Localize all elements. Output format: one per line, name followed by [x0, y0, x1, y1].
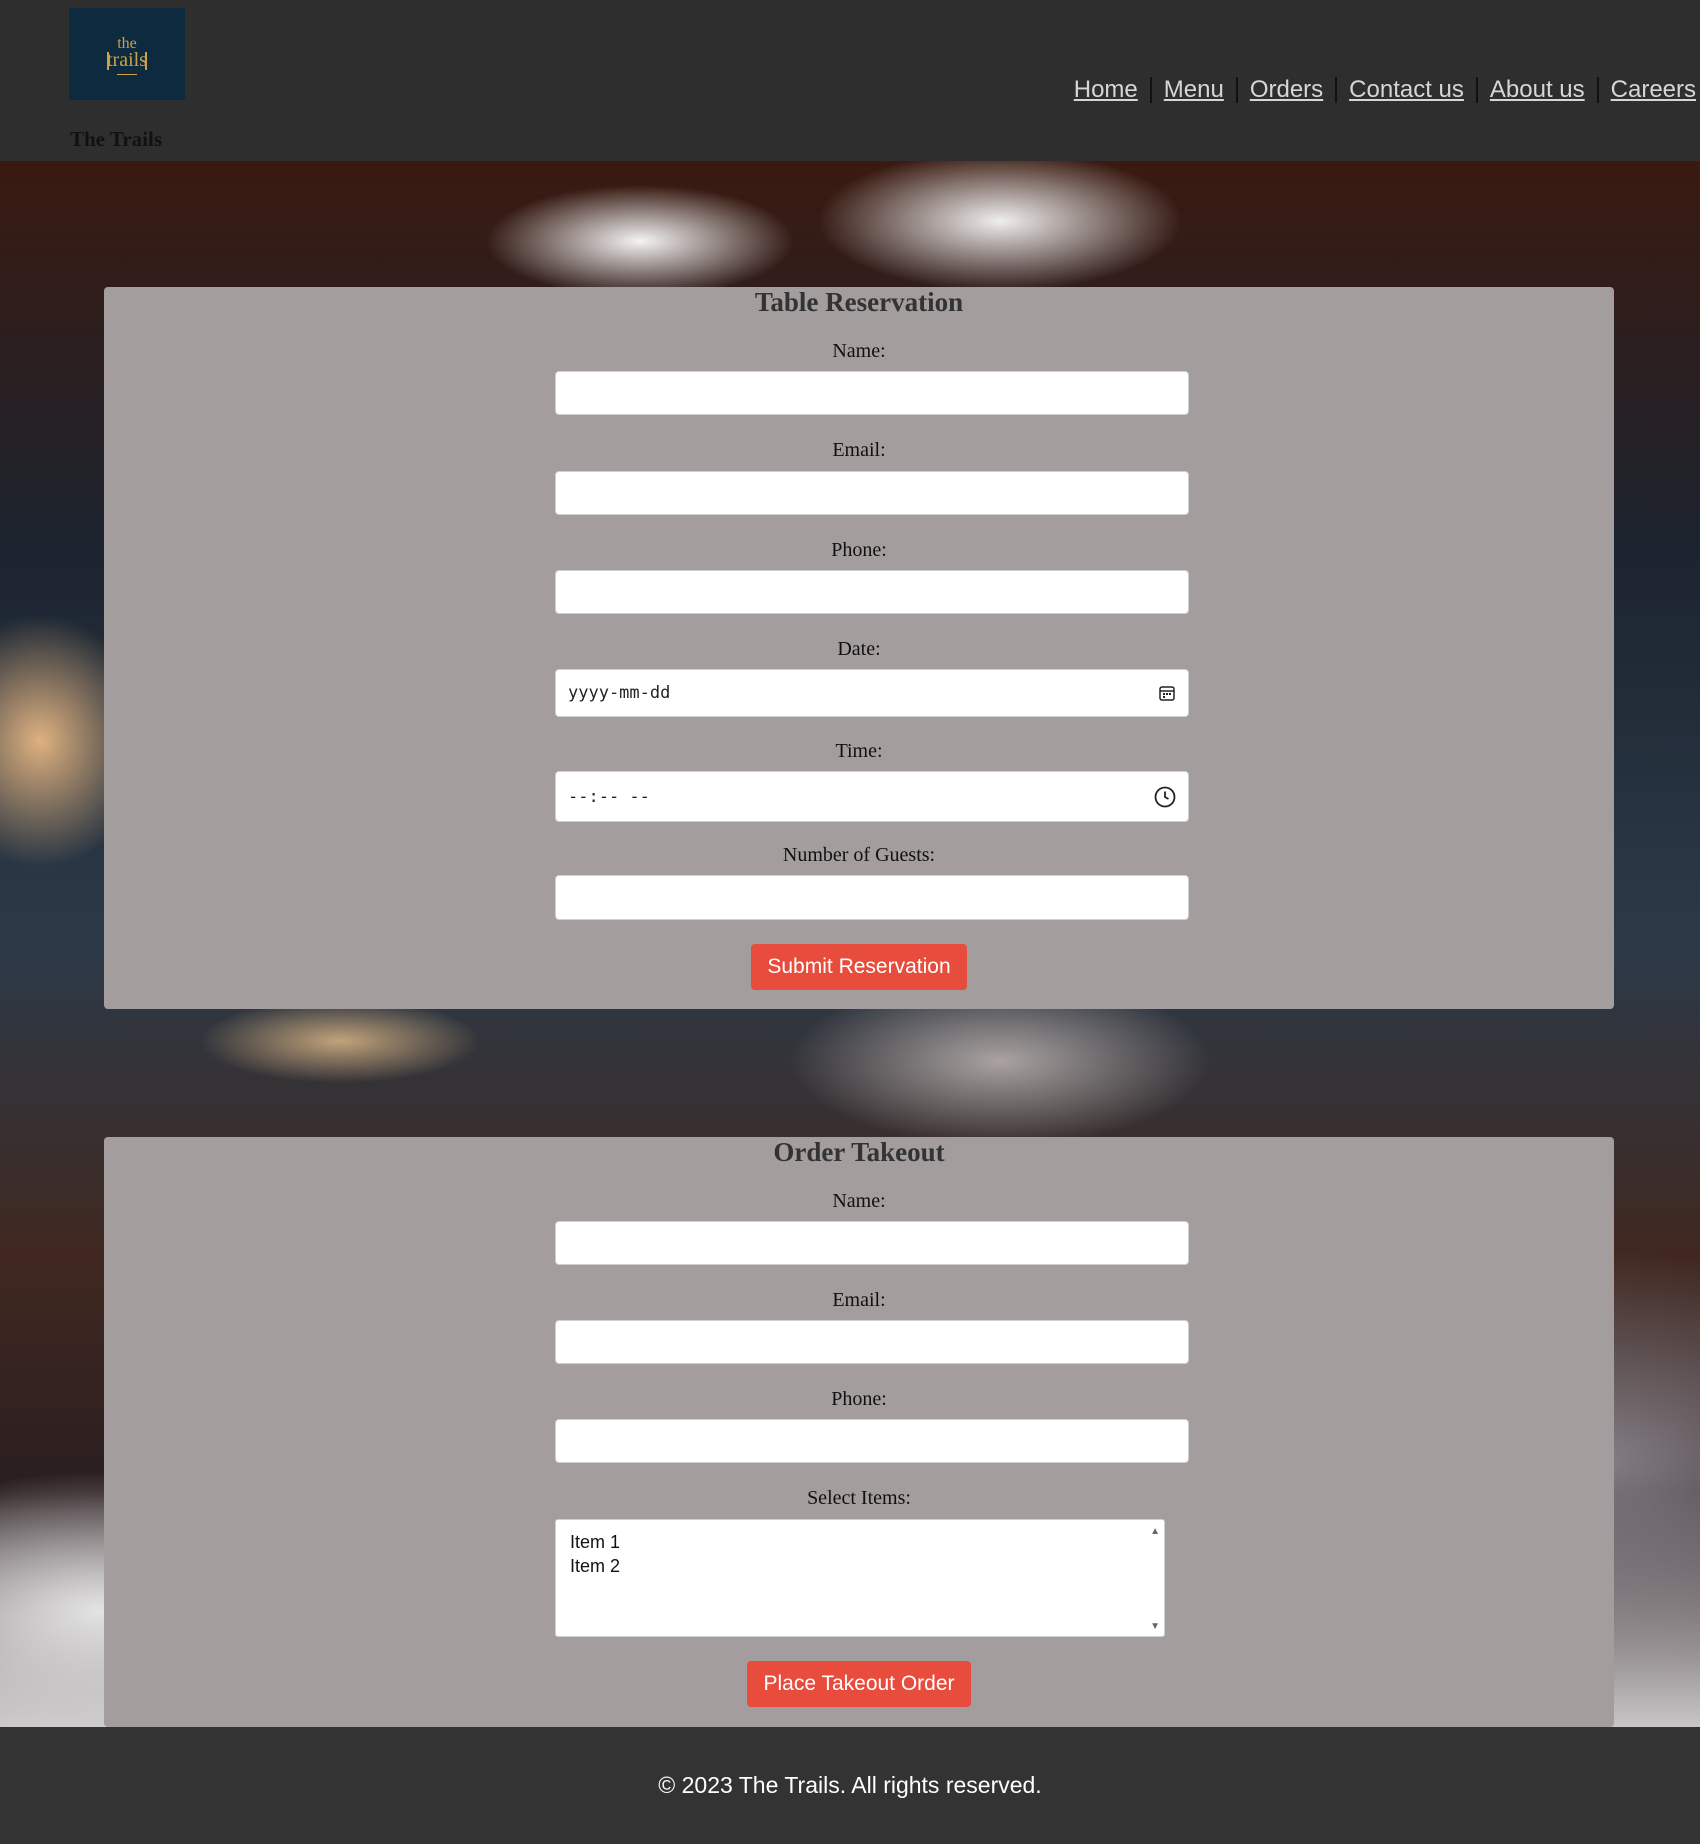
nav-about-link[interactable]: About us: [1490, 76, 1585, 104]
takeout-email-label: Email:: [832, 1289, 886, 1311]
takeout-title: Order Takeout: [773, 1137, 945, 1167]
reservation-guests-label: Number of Guests:: [782, 844, 936, 866]
trails-logo-icon: the trails: [107, 35, 147, 75]
select-option[interactable]: Item 2: [570, 1554, 1164, 1578]
nav-divider: [1235, 77, 1238, 103]
takeout-email-input[interactable]: [555, 1320, 1189, 1364]
reservation-form: Table Reservation Name: Email: Phone: Da…: [104, 287, 1614, 1009]
svg-text:trails: trails: [107, 49, 147, 71]
reservation-guests-input[interactable]: [555, 875, 1189, 920]
site-footer: © 2023 The Trails. All rights reserved.: [0, 1727, 1700, 1844]
site-name: The Trails: [70, 127, 162, 151]
nav-careers-link[interactable]: Careers: [1611, 76, 1696, 104]
reservation-title: Table Reservation: [754, 287, 964, 317]
takeout-items-label: Select Items:: [807, 1487, 911, 1509]
takeout-name-label: Name:: [832, 1190, 886, 1212]
nav-divider: [1596, 77, 1599, 103]
takeout-name-input[interactable]: [555, 1221, 1189, 1265]
reservation-date-label: Date:: [837, 638, 881, 660]
takeout-items-select[interactable]: Item 1 Item 2 ▲ ▼: [555, 1519, 1165, 1637]
nav-contact-link[interactable]: Contact us: [1349, 76, 1464, 104]
reservation-name-input[interactable]: [555, 371, 1189, 415]
reservation-phone-label: Phone:: [831, 539, 887, 561]
site-logo[interactable]: the trails: [69, 8, 185, 100]
submit-reservation-button[interactable]: Submit Reservation: [751, 944, 967, 990]
calendar-icon[interactable]: [1158, 684, 1176, 702]
nav-divider: [1335, 77, 1338, 103]
nav-orders-link[interactable]: Orders: [1250, 76, 1323, 104]
reservation-time-input[interactable]: --:-- --: [555, 771, 1189, 822]
takeout-phone-input[interactable]: [555, 1419, 1189, 1463]
reservation-name-label: Name:: [832, 340, 886, 362]
nav-home-link[interactable]: Home: [1074, 76, 1138, 104]
reservation-time-label: Time:: [835, 740, 883, 762]
nav-divider: [1149, 77, 1152, 103]
main-nav: Home Menu Orders Contact us About us Car…: [1074, 76, 1696, 104]
copyright-text: © 2023 The Trails. All rights reserved.: [658, 1772, 1042, 1798]
scroll-up-icon[interactable]: ▲: [1150, 1526, 1160, 1537]
time-placeholder: --:-- --: [568, 786, 650, 807]
takeout-form: Order Takeout Name: Email: Phone: Select…: [104, 1137, 1614, 1727]
clock-icon[interactable]: [1154, 786, 1176, 808]
reservation-phone-input[interactable]: [555, 570, 1189, 614]
reservation-date-input[interactable]: yyyy-mm-dd: [555, 669, 1189, 717]
place-takeout-order-button[interactable]: Place Takeout Order: [747, 1661, 971, 1707]
select-option[interactable]: Item 1: [570, 1530, 1164, 1554]
nav-divider: [1475, 77, 1478, 103]
site-header: the trails The Trails Home Menu Orders C…: [0, 0, 1700, 161]
date-placeholder: yyyy-mm-dd: [568, 683, 671, 703]
scroll-down-icon[interactable]: ▼: [1150, 1621, 1160, 1632]
nav-menu-link[interactable]: Menu: [1164, 76, 1224, 104]
reservation-email-input[interactable]: [555, 471, 1189, 515]
takeout-phone-label: Phone:: [831, 1388, 887, 1410]
reservation-email-label: Email:: [832, 439, 886, 461]
